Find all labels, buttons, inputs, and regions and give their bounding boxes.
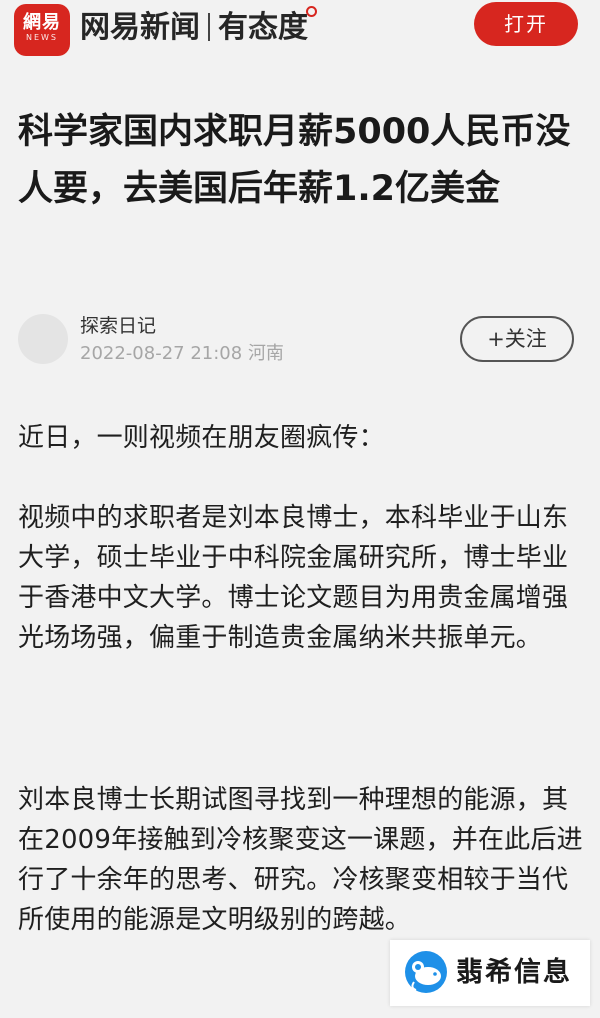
publish-meta: 2022-08-27 21:08 河南 [80,342,284,366]
mouse-logo-icon [405,951,447,993]
open-app-button[interactable]: 打开 [474,2,578,46]
article-title: 科学家国内求职月薪5000人民币没人要，去美国后年薪1.2亿美金 [18,112,571,209]
article-paragraph: 近日，一则视频在朋友圈疯传： [18,423,385,453]
slogan-dot-icon [306,6,317,17]
brand-divider [208,13,210,41]
logo-main-text: 網易 [23,12,61,33]
watermark-text: 翡希信息 [456,957,572,988]
brand-slogan: 有态度 [218,10,308,45]
author-avatar[interactable] [18,314,68,364]
brand-title: 网易新闻 有态度 [80,6,317,49]
article-paragraph: 视频中的求职者是刘本良博士，本科毕业于山东大学，硕士毕业于中科院金属研究所，博士… [18,503,569,653]
watermark-badge: 翡希信息 [390,940,590,1006]
logo-sub-text: NEWS [25,33,59,42]
app-top-bar: 網易 NEWS 网易新闻 有态度 打开 [0,0,600,66]
publish-location: 河南 [247,343,284,364]
publish-datetime: 2022-08-27 21:08 [80,343,243,364]
article-paragraph: 刘本良博士长期试图寻找到一种理想的能源，其在2009年接触到冷核聚变这一课题，并… [18,785,583,935]
brand-name: 网易新闻 [80,10,200,45]
follow-button[interactable]: +关注 [460,316,574,362]
netease-news-logo[interactable]: 網易 NEWS [14,4,70,56]
author-name[interactable]: 探索日记 [80,314,156,338]
